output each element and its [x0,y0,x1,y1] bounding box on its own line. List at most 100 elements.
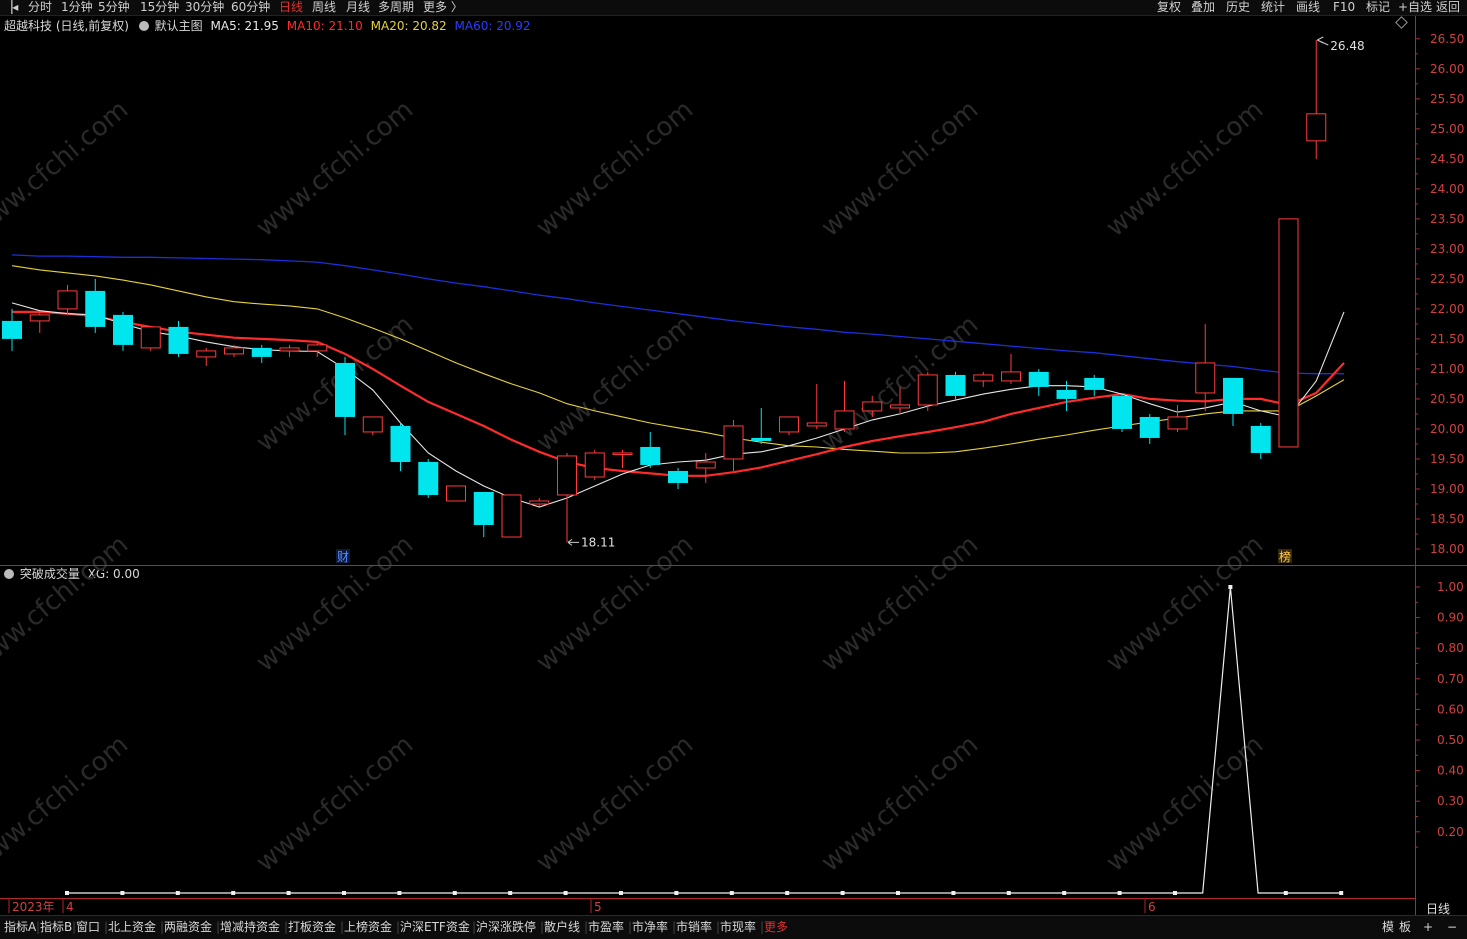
period-tab-3[interactable]: 15分钟 [140,0,179,14]
indicator-tab-6[interactable]: 打板资金 [288,916,336,938]
period-tab-9[interactable]: 多周期 [378,0,414,14]
indicator-line [65,585,1344,895]
period-tab-1[interactable]: 1分钟 [61,0,93,14]
toolbar-button-8[interactable]: 返回 [1436,0,1460,14]
candle-body-down [251,347,272,357]
candle-body-up [584,452,605,478]
watermark-text: www.cfchi.com [1101,95,1270,243]
fin-marker-bg [336,549,350,563]
watermark-text: www.cfchi.com [251,530,420,678]
high-arrow [1317,36,1329,46]
indicator-point [1339,891,1344,895]
price-tick-label: 19.00 [1430,482,1464,496]
template-label[interactable]: 默认主图 [155,19,203,33]
toolbar-button-1[interactable]: 叠加 [1191,0,1215,14]
price-tick-label: 23.00 [1430,242,1464,256]
indicator-point [1283,891,1288,895]
price-tick-label: 21.00 [1430,362,1464,376]
indicator-tab-4[interactable]: 两融资金 [164,916,212,938]
watermark-text: www.cfchi.com [0,530,134,678]
candle-body-up [279,347,300,352]
toolbar-button-6[interactable]: 标记 [1366,0,1390,14]
indicator-tab-0[interactable]: 指标A [4,916,36,938]
indicator-name[interactable]: 突破成交量 [20,567,80,581]
indicator-point [65,891,69,895]
price-axis: 18.00 18.50 19.00 19.50 20.00 20.50 21.00 21.50… [1415,32,1464,556]
indicator-axis: 0.20 0.30 0.40 0.50 0.60 0.70 0.80 0.90 1.00 [1415,580,1464,848]
price-tick-label: 18.00 [1430,542,1464,556]
ma20-line [11,265,1345,454]
indicator-point [342,891,346,895]
stock-name: 超越科技 (日线,前复权) [4,19,129,33]
indicator-tick-label: 0.80 [1437,641,1464,655]
panel-control-2[interactable]: + [1423,916,1433,938]
price-tick-label: 24.50 [1430,152,1464,166]
panel-control-1[interactable]: 板 [1399,916,1411,938]
sub-toggle-icon[interactable] [4,569,14,579]
watermark-text: www.cfchi.com [0,95,134,243]
time-label-start: 2023年 [12,900,55,914]
indicator-tick-label: 0.50 [1437,733,1464,747]
indicator-tab-5[interactable]: 增减持资金 [220,916,280,938]
candle-body-down [390,425,411,462]
period-tab-8[interactable]: 月线 [346,0,370,14]
toolbar-button-3[interactable]: 统计 [1261,0,1285,14]
indicator-point [1173,891,1177,895]
diamond-icon[interactable] [1395,16,1408,29]
toolbar-button-4[interactable]: 画线 [1296,0,1320,14]
chart-canvas[interactable]: www.cfchi.com www.cfchi.com www.cfchi.com w… [0,0,1467,938]
indicator-tab-9[interactable]: 沪深涨跌停 [476,916,536,938]
indicator-tab-7[interactable]: 上榜资金 [344,916,392,938]
indicator-point [508,891,513,895]
indicator-tab-13[interactable]: 市销率 [676,916,712,938]
period-tab-10[interactable]: 更多 〉 [423,0,463,14]
template-toggle-icon[interactable] [138,21,149,31]
ma5-line [11,302,1345,508]
price-tick-label: 20.50 [1430,392,1464,406]
indicator-tab-1[interactable]: 指标B [40,916,72,938]
candle-body-up [1167,416,1188,430]
panel-control-0[interactable]: 模 [1382,916,1394,938]
period-tab-0[interactable]: 分时 [28,0,52,14]
xg-value: XG: 0.00 [87,567,140,581]
chevron-left-icon[interactable]: ▕◂ [3,0,18,14]
indicator-tab-3[interactable]: 北上资金 [108,916,156,938]
watermark-text: www.cfchi.com [1101,730,1270,878]
indicator-tab-2[interactable]: 窗口 [76,916,100,938]
candle-body-down [1223,377,1243,414]
toolbar-button-5[interactable]: F10 [1333,0,1355,14]
watermark-layer: www.cfchi.com www.cfchi.com www.cfchi.com w… [0,95,1269,878]
indicator-tab-14[interactable]: 市现率 [720,916,756,938]
candle-body-up [224,347,244,355]
indicator-point [840,891,845,895]
period-tab-7[interactable]: 周线 [312,0,336,14]
panel-control-3[interactable]: − [1447,916,1457,938]
price-tick-label: 19.50 [1430,452,1464,466]
toolbar-button-2[interactable]: 历史 [1226,0,1250,14]
period-tab-5[interactable]: 60分钟 [231,0,270,14]
candle-body-up [140,326,161,349]
indicator-point [120,891,125,895]
indicator-tab-12[interactable]: 市净率 [632,916,668,938]
period-tab-6[interactable]: 日线 [279,0,303,14]
toolbar-button-7[interactable]: +自选 [1398,0,1432,14]
period-toolbar: ▕◂ 分时 1分钟 5分钟 15分钟 30分钟 60分钟 日线 周线 月线 多周期 更多 〉 复权叠… [0,0,1467,16]
indicator-button-bar: 指标A | 指标B | 窗口 | 北上资金 | 两融资金 | 增减持资金 | 打板资金 | 上榜资金 | 沪深E… [0,915,1467,939]
candle-body-up [917,374,938,406]
ma5-path [11,302,1345,508]
candle-body-up [57,290,78,310]
indicator-tab-10[interactable]: 散户线 [544,916,580,938]
watermark-text: www.cfchi.com [251,95,420,243]
indicator-tab-15[interactable]: 更多 [764,916,788,938]
candle-body-up [29,314,50,322]
period-tab-4[interactable]: 30分钟 [185,0,224,14]
watermark-text: www.cfchi.com [816,530,985,678]
candle-body-up [695,461,716,469]
toolbar-button-0[interactable]: 复权 [1157,0,1181,14]
indicator-point [231,891,236,895]
indicator-tab-8[interactable]: 沪深ETF资金 [400,916,470,938]
indicator-tab-11[interactable]: 市盈率 [588,916,624,938]
candle-body-up [307,344,328,352]
period-tab-2[interactable]: 5分钟 [98,0,130,14]
price-tick-label: 25.50 [1430,92,1464,106]
